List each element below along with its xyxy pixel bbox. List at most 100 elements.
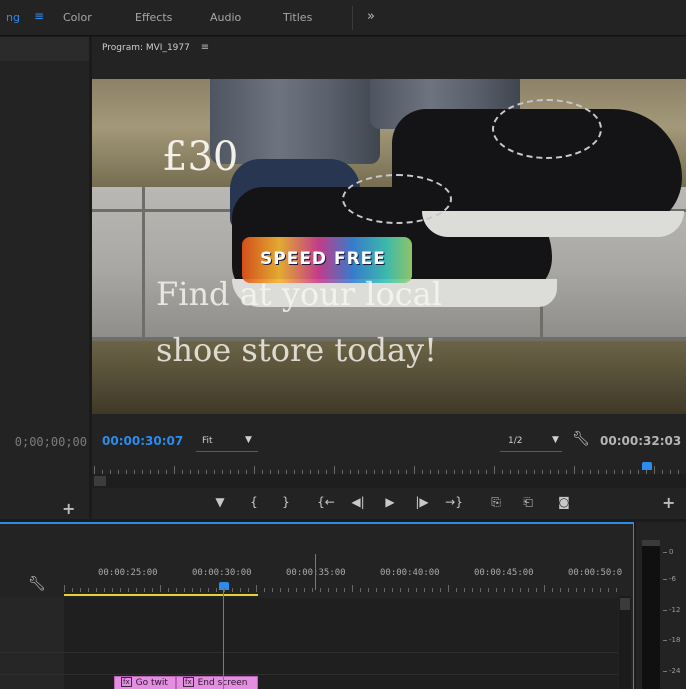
ruler-tick xyxy=(424,588,425,592)
add-button[interactable]: + xyxy=(62,499,75,518)
ruler-tick xyxy=(464,588,465,592)
ruler-tick xyxy=(440,588,441,592)
workspace-menu-icon[interactable]: ≡ xyxy=(34,9,44,23)
export-frame-icon[interactable]: ◙ xyxy=(554,495,574,509)
timeline-vertical-scrollbar[interactable] xyxy=(619,596,631,689)
ruler-tick xyxy=(64,585,65,592)
marker-icon[interactable]: ▼ xyxy=(210,495,230,509)
ruler-tick xyxy=(184,588,185,592)
source-timecode[interactable]: 0;00;00;00 xyxy=(0,435,89,449)
program-time-ruler[interactable] xyxy=(92,460,686,474)
play-icon[interactable]: ▶ xyxy=(380,495,400,509)
track-area[interactable] xyxy=(0,598,618,689)
duration-timecode: 00:00:32:03 xyxy=(600,434,682,448)
scrollbar-thumb[interactable] xyxy=(620,598,630,610)
ruler-tick xyxy=(112,588,113,592)
ruler-tick xyxy=(288,588,289,592)
ruler-tick xyxy=(256,585,257,592)
paver-gap xyxy=(142,187,145,337)
timeline-ruler[interactable]: 00:00:25:00 00:00:30:00 00:00:35:00 00:0… xyxy=(64,562,622,596)
panel-header xyxy=(0,37,89,61)
shoelace xyxy=(342,174,452,224)
ruler-tick xyxy=(504,588,505,592)
step-forward-icon[interactable]: |▶ xyxy=(412,495,432,509)
step-back-icon[interactable]: ◀| xyxy=(348,495,368,509)
clip-label: Go twit xyxy=(135,678,168,688)
ruler-tick xyxy=(456,588,457,592)
workspace-tab-color[interactable]: Color xyxy=(63,11,92,24)
workspace-tab-titles[interactable]: Titles xyxy=(283,11,312,24)
ruler-tick xyxy=(448,585,449,592)
ruler-tick xyxy=(334,466,335,474)
button-editor-add-button[interactable]: + xyxy=(662,493,675,512)
ruler-tick xyxy=(128,588,129,592)
extract-icon[interactable]: ⎗ xyxy=(518,495,538,510)
ruler-tick xyxy=(304,588,305,592)
timeline-clip[interactable]: fx End screen xyxy=(176,676,258,689)
ruler-tick xyxy=(248,588,249,592)
ruler-tick xyxy=(584,588,585,592)
ruler-tick xyxy=(408,588,409,592)
transport-controls: + ▼ {} {← ◀| ▶ |▶ →} ⎘ ⎗ ◙ xyxy=(92,492,686,518)
mark-in-icon[interactable]: { xyxy=(244,495,264,509)
ruler-tick xyxy=(608,588,609,592)
more-workspaces-icon[interactable]: » xyxy=(367,9,375,24)
ruler-tick xyxy=(240,588,241,592)
ruler-tick xyxy=(576,588,577,592)
wrench-settings-icon[interactable]: 🔧︎ xyxy=(572,431,590,447)
work-area-bar[interactable] xyxy=(64,594,258,596)
ruler-label: 00:00:30:00 xyxy=(192,568,252,578)
ruler-tick xyxy=(568,588,569,592)
dropdown-arrow-icon[interactable]: ▼ xyxy=(552,435,559,445)
dropdown-arrow-icon[interactable]: ▼ xyxy=(245,435,252,445)
ruler-tick xyxy=(416,588,417,592)
ruler-tick xyxy=(536,588,537,592)
ruler-label: 00:00:25:00 xyxy=(98,568,158,578)
workspace-bar: ng ≡ Color Effects Audio Titles » xyxy=(0,0,686,36)
ruler-tick xyxy=(88,588,89,592)
ruler-tick xyxy=(432,588,433,592)
program-controls: 00:00:30:07 Fit ▼ 1/2 ▼ 🔧︎ 00:00:32:03 xyxy=(92,427,686,457)
source-monitor-panel: 0;00;00;00 + xyxy=(0,37,89,519)
scrollbar-thumb[interactable] xyxy=(94,476,106,486)
timeline-clip[interactable]: fx Go twit xyxy=(114,676,176,689)
program-title-label: Program: MVI_1977 xyxy=(102,43,190,53)
ruler-tick xyxy=(368,588,369,592)
playback-resolution-select[interactable]: 1/2 xyxy=(508,436,522,446)
ruler-tick xyxy=(224,588,225,592)
workspace-tab-audio[interactable]: Audio xyxy=(210,11,241,24)
playhead-handle[interactable] xyxy=(642,462,652,470)
ruler-tick xyxy=(496,588,497,592)
ruler-tick xyxy=(494,466,495,474)
ruler-tick xyxy=(254,466,255,474)
zoom-level-select[interactable]: Fit xyxy=(202,436,213,446)
go-to-out-icon[interactable]: →} xyxy=(444,495,464,509)
timeline-wrench-icon[interactable]: 🔧︎ xyxy=(28,576,46,592)
ruler-tick xyxy=(264,588,265,592)
track-headers xyxy=(0,598,64,689)
ruler-tick xyxy=(136,588,137,592)
ruler-tick xyxy=(400,588,401,592)
ruler-tick xyxy=(336,588,337,592)
workspace-tab-editing[interactable]: ng xyxy=(6,11,20,24)
mark-out-icon[interactable]: } xyxy=(276,495,296,509)
meter-label: -6 xyxy=(669,575,676,583)
ruler-tick xyxy=(560,588,561,592)
ruler-tick xyxy=(392,588,393,592)
panel-menu-icon[interactable]: ≡ xyxy=(201,42,209,53)
ruler-tick xyxy=(472,588,473,592)
ruler-tick xyxy=(216,588,217,592)
price-title: £30 xyxy=(162,134,239,180)
ruler-label: 00:00:40:00 xyxy=(380,568,440,578)
ruler-tick xyxy=(200,588,201,592)
audio-meters: 0 -6 -12 -18 -24 xyxy=(636,522,686,689)
ruler-tick xyxy=(94,466,95,474)
ruler-tick xyxy=(320,588,321,592)
lift-icon[interactable]: ⎘ xyxy=(486,495,506,510)
caption-line-1: Find at your local xyxy=(156,275,442,313)
program-monitor-title: Program: MVI_1977 ≡ xyxy=(102,42,209,53)
workspace-tab-effects[interactable]: Effects xyxy=(135,11,172,24)
go-to-in-icon[interactable]: {← xyxy=(316,495,336,509)
zoom-scrollbar[interactable] xyxy=(92,474,686,488)
playhead-timecode[interactable]: 00:00:30:07 xyxy=(102,434,183,448)
